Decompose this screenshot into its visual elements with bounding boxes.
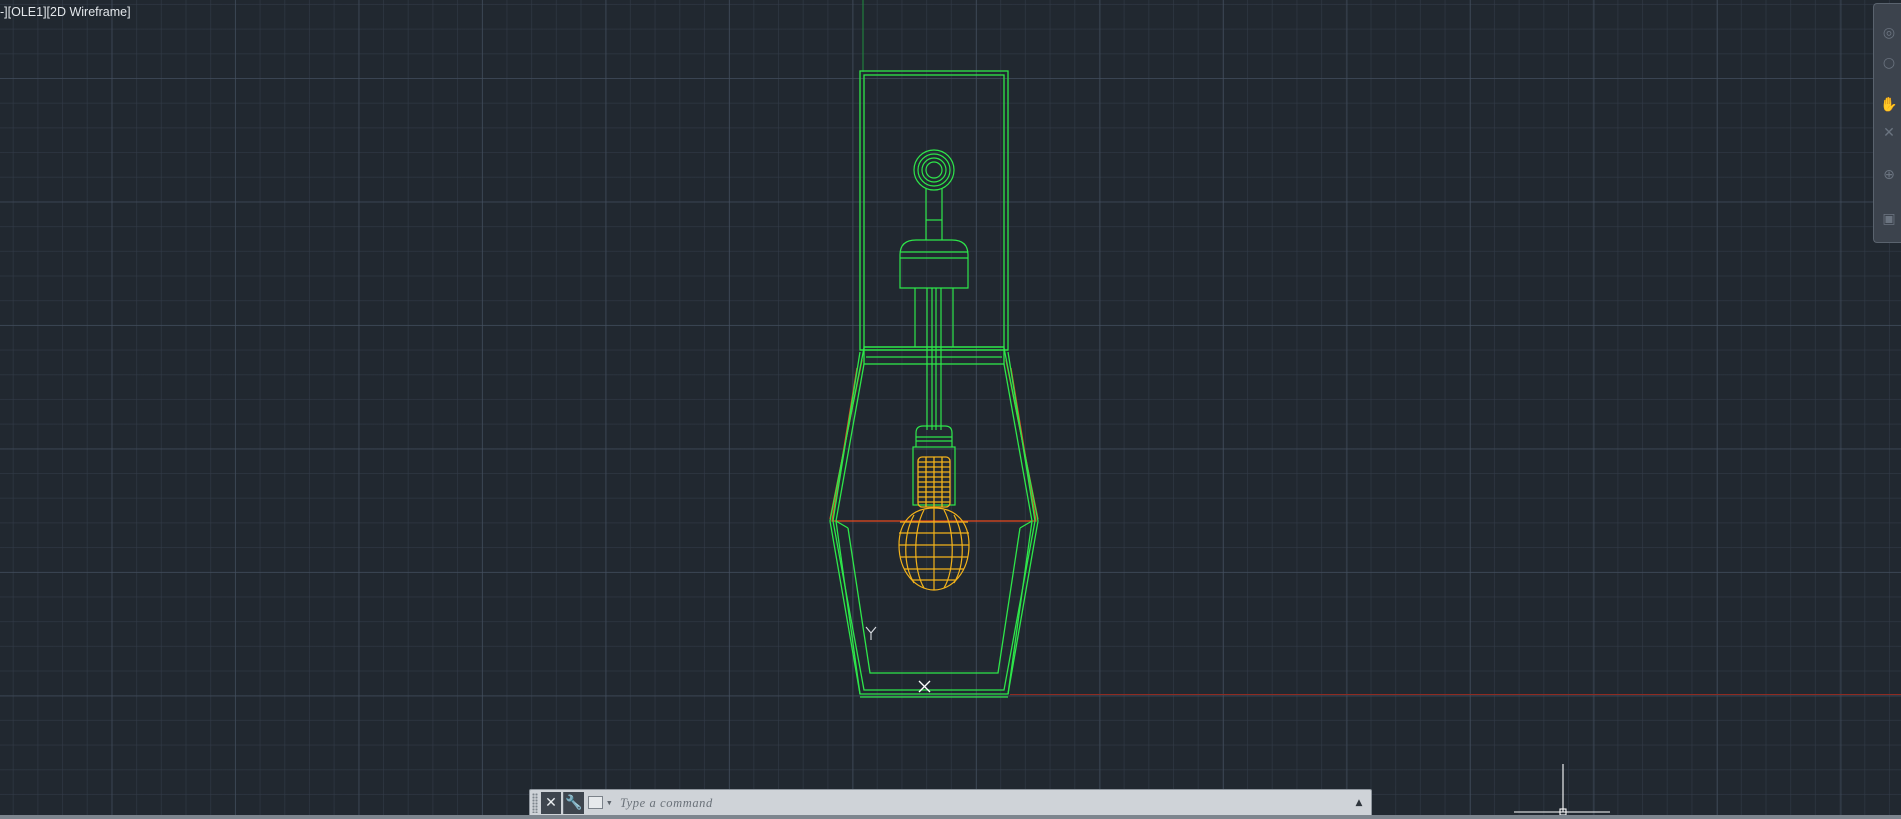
navigation-bar: ◎ ○ ✋ ✕ ⊕ ▣: [1873, 3, 1901, 243]
showmotion-icon[interactable]: ▣: [1878, 208, 1900, 230]
command-history-button[interactable]: ▲: [1351, 793, 1367, 813]
wall-plate: [859, 70, 1009, 365]
zoom-icon[interactable]: ✕: [1878, 122, 1900, 144]
bulb-thread: [917, 456, 951, 508]
orbit-3d-icon[interactable]: ⊕: [1878, 164, 1900, 186]
cad-drawing[interactable]: [0, 0, 1901, 819]
stem-fitting: [899, 149, 969, 430]
command-input[interactable]: [620, 793, 1320, 813]
status-bar-edge: [0, 815, 1901, 819]
grip-handle[interactable]: [532, 793, 538, 813]
recent-commands-dropdown[interactable]: ▾: [588, 793, 616, 813]
close-icon[interactable]: ✕: [541, 792, 561, 814]
cursor-crosshair: [1514, 764, 1610, 816]
orbit-icon[interactable]: ○: [1878, 52, 1900, 74]
bulb: [898, 507, 970, 591]
ucs-icon: [865, 626, 877, 640]
steering-wheel-icon[interactable]: ◎: [1878, 22, 1900, 44]
wrench-icon[interactable]: 🔧: [563, 792, 584, 814]
command-line: ✕ 🔧 ▾ ▲: [529, 789, 1372, 817]
drawing-viewport[interactable]: -][OLE1][2D Wireframe]: [0, 0, 1901, 819]
pan-icon[interactable]: ✋: [1878, 94, 1900, 116]
